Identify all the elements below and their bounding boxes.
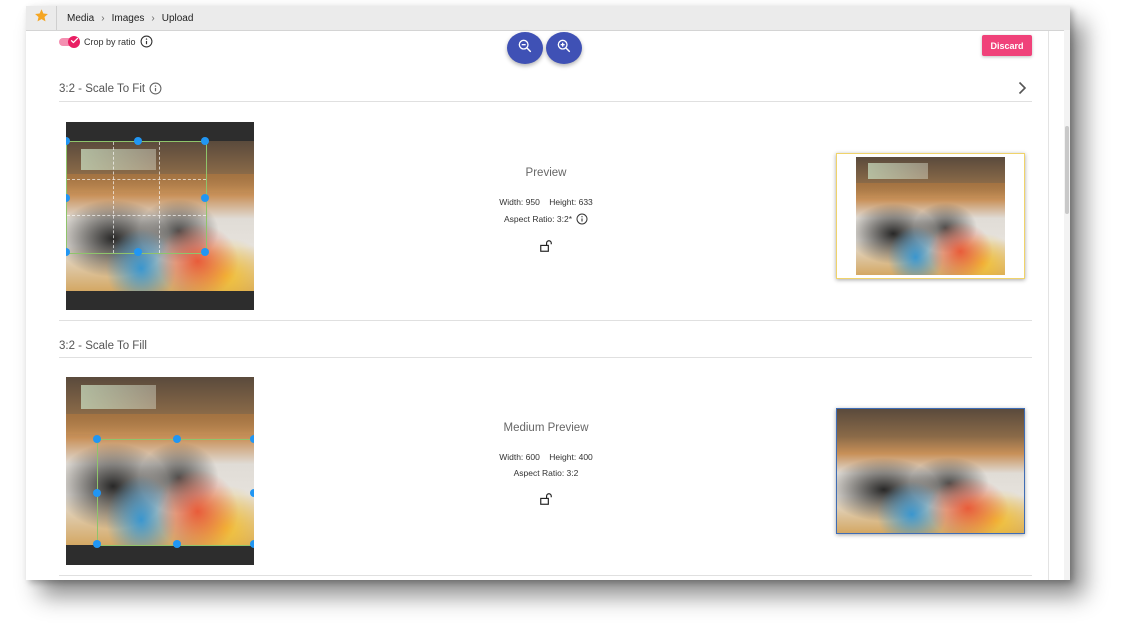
zoom-out-icon bbox=[517, 38, 533, 59]
preview-info: Preview Width: 950 Height: 633 Aspect Ra… bbox=[446, 167, 646, 258]
crop-handle[interactable] bbox=[93, 435, 101, 443]
breadcrumb-item-images[interactable]: Images bbox=[112, 13, 145, 24]
crop-handle[interactable] bbox=[173, 540, 181, 548]
breadcrumb-item-media[interactable]: Media bbox=[67, 13, 94, 24]
aspect-ratio-value: Aspect Ratio: 3:2 bbox=[513, 468, 579, 478]
crop-editor-scale-to-fill[interactable] bbox=[66, 377, 254, 565]
crop-area[interactable] bbox=[97, 439, 254, 546]
height-value: Height: 633 bbox=[549, 197, 593, 207]
favorite-button[interactable] bbox=[26, 6, 57, 30]
scrollbar[interactable] bbox=[1064, 30, 1070, 580]
aspect-ratio: Aspect Ratio: 3:2* bbox=[446, 213, 646, 225]
preview-image-scale-to-fit bbox=[836, 153, 1025, 279]
crop-handle[interactable] bbox=[173, 435, 181, 443]
top-bar: Media › Images › Upload bbox=[26, 6, 1070, 31]
preview-title: Medium Preview bbox=[503, 422, 589, 434]
divider bbox=[59, 320, 1032, 321]
divider bbox=[59, 101, 1032, 102]
dimensions-text: Width: 600 Height: 400 bbox=[446, 452, 646, 462]
crop-handle[interactable] bbox=[201, 137, 209, 145]
star-icon bbox=[34, 8, 49, 28]
chevron-right-icon: › bbox=[151, 12, 155, 24]
aspect-ratio: Aspect Ratio: 3:2 bbox=[446, 468, 646, 478]
crop-handle[interactable] bbox=[134, 137, 142, 145]
crop-area[interactable] bbox=[66, 141, 207, 254]
info-icon[interactable] bbox=[140, 35, 153, 48]
crop-handle[interactable] bbox=[250, 435, 254, 443]
dimensions-text: Width: 950 Height: 633 bbox=[446, 197, 646, 207]
unlock-icon bbox=[539, 492, 553, 511]
discard-button[interactable]: Discard bbox=[982, 35, 1032, 56]
aspect-lock-button[interactable] bbox=[446, 492, 646, 511]
crop-by-ratio-label: Crop by ratio bbox=[84, 36, 136, 47]
check-icon bbox=[70, 36, 79, 47]
zoom-out-button[interactable] bbox=[507, 32, 543, 64]
crop-by-ratio-toggle[interactable] bbox=[59, 35, 81, 48]
app-window: Media › Images › Upload Crop by ratio Di… bbox=[26, 6, 1070, 580]
crop-handle[interactable] bbox=[134, 248, 142, 256]
aspect-ratio-value: Aspect Ratio: 3:2* bbox=[503, 214, 573, 224]
zoom-in-button[interactable] bbox=[546, 32, 582, 64]
main-content: Crop by ratio Discard 3:2 - Scale To Fit bbox=[26, 31, 1049, 580]
crop-handle[interactable] bbox=[93, 489, 101, 497]
crop-handle[interactable] bbox=[93, 540, 101, 548]
zoom-in-icon bbox=[556, 38, 572, 59]
width-value: Width: 950 bbox=[499, 197, 540, 207]
section-title-text: 3:2 - Scale To Fit bbox=[59, 82, 146, 95]
crop-handle[interactable] bbox=[250, 489, 254, 497]
crop-by-ratio-control: Crop by ratio bbox=[59, 35, 153, 48]
height-value: Height: 400 bbox=[549, 452, 593, 462]
crop-editor-scale-to-fit[interactable] bbox=[66, 122, 254, 310]
chevron-right-icon: › bbox=[101, 12, 105, 24]
divider bbox=[59, 575, 1032, 576]
info-icon[interactable] bbox=[149, 82, 162, 95]
info-icon[interactable] bbox=[576, 213, 588, 225]
section-title-text: 3:2 - Scale To Fill bbox=[59, 340, 147, 352]
width-value: Width: 600 bbox=[499, 452, 540, 462]
unlock-icon bbox=[539, 239, 553, 258]
preview-info: Medium Preview Width: 600 Height: 400 As… bbox=[446, 422, 646, 511]
scrollbar-thumb[interactable] bbox=[1065, 126, 1069, 214]
crop-handle[interactable] bbox=[201, 194, 209, 202]
section-title-scale-to-fill[interactable]: 3:2 - Scale To Fill bbox=[59, 340, 147, 352]
section-title-scale-to-fit[interactable]: 3:2 - Scale To Fit bbox=[59, 82, 162, 95]
aspect-lock-button[interactable] bbox=[446, 239, 646, 258]
chevron-right-icon[interactable] bbox=[1016, 81, 1028, 100]
breadcrumb-item-upload[interactable]: Upload bbox=[162, 13, 194, 24]
preview-title: Preview bbox=[525, 167, 567, 179]
breadcrumb: Media › Images › Upload bbox=[67, 13, 193, 24]
preview-image-scale-to-fill bbox=[836, 408, 1025, 534]
divider bbox=[59, 357, 1032, 358]
crop-handle[interactable] bbox=[250, 540, 254, 548]
crop-handle[interactable] bbox=[201, 248, 209, 256]
